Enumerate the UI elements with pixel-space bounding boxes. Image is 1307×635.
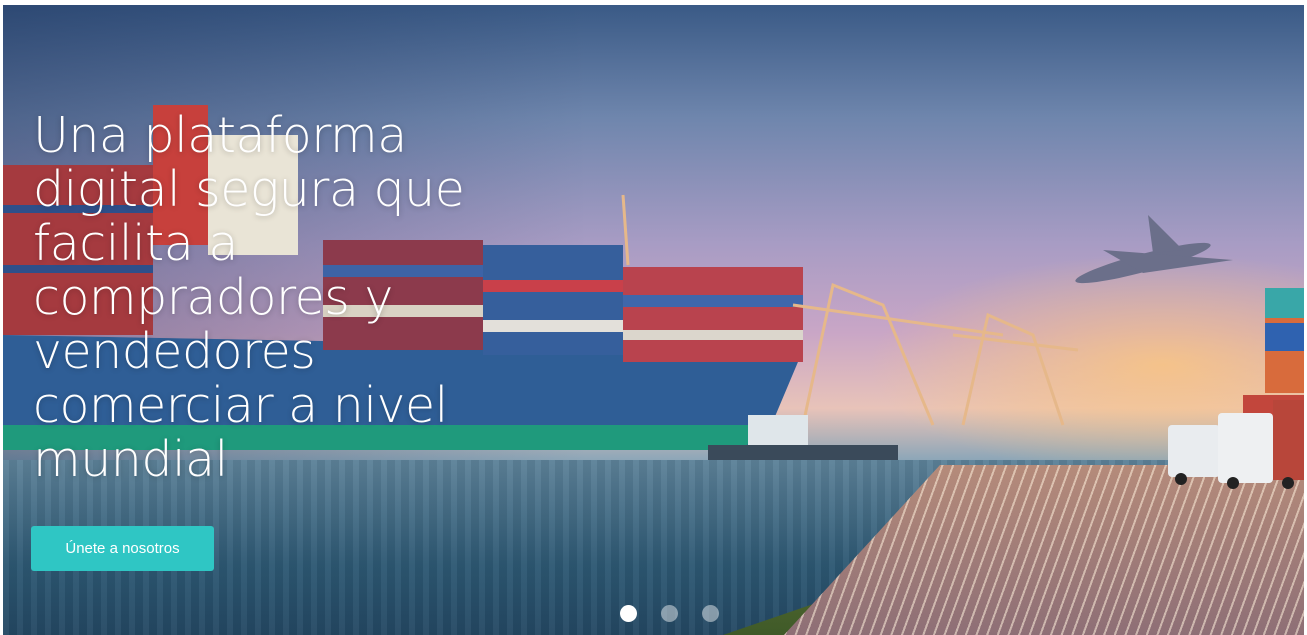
airplane bbox=[1075, 215, 1233, 284]
tug-boat-hull bbox=[708, 445, 898, 460]
carousel-dot-1[interactable] bbox=[620, 605, 637, 622]
carousel-dot-2[interactable] bbox=[661, 605, 678, 622]
join-us-button[interactable]: Únete a nosotros bbox=[31, 526, 214, 571]
hero-headline: Una plataforma digital segura que facili… bbox=[33, 107, 465, 488]
hero-banner: Una plataforma digital segura que facili… bbox=[3, 5, 1304, 635]
trucks bbox=[1168, 400, 1304, 489]
carousel-pagination bbox=[620, 605, 719, 622]
carousel-dot-3[interactable] bbox=[702, 605, 719, 622]
